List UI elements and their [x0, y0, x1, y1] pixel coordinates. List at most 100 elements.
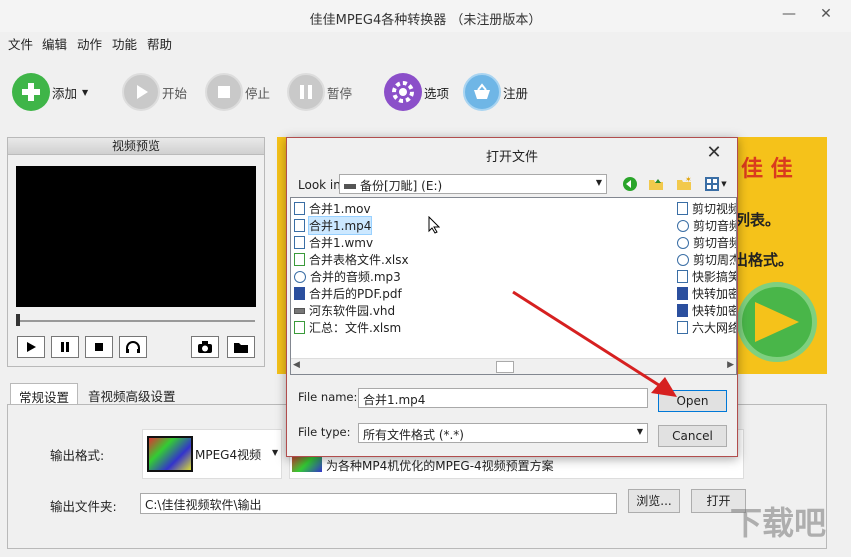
scroll-left-icon[interactable]: ◀: [293, 360, 300, 370]
window-title: 佳佳MPEG4各种转换器 （未注册版本）: [309, 13, 542, 28]
options-label: 选项: [424, 85, 450, 101]
chevron-down-icon: ▼: [721, 180, 727, 188]
dialog-close-button[interactable]: ✕: [704, 144, 724, 164]
gear-icon: [384, 73, 422, 111]
tab-av-advanced[interactable]: 音视频高级设置: [80, 383, 184, 405]
chevron-down-icon: ▼: [272, 448, 279, 457]
output-folder-input[interactable]: C:\佳佳视频软件\输出: [140, 493, 617, 514]
pause-icon: [287, 73, 325, 111]
menu-function[interactable]: 功能: [112, 34, 137, 53]
play-icon: [122, 73, 160, 111]
file-item[interactable]: 合并后的PDF.pdf: [294, 285, 402, 302]
spreadsheet-file-icon: [294, 321, 305, 334]
start-button[interactable]: 开始: [122, 72, 187, 112]
open-folder-button[interactable]: [227, 336, 255, 358]
stop-playback-button[interactable]: [85, 336, 113, 358]
new-folder-button[interactable]: ✶: [673, 174, 695, 194]
menu-help[interactable]: 帮助: [147, 34, 172, 53]
tab-general-settings[interactable]: 常规设置: [10, 383, 79, 405]
file-item[interactable]: 六大网络: [677, 319, 736, 336]
snapshot-button[interactable]: [191, 336, 219, 358]
file-type-value: 所有文件格式 (*.*): [363, 428, 464, 442]
audio-file-icon: [677, 219, 689, 232]
file-item[interactable]: 合并表格文件.xlsx: [294, 251, 409, 268]
menu-action[interactable]: 动作: [77, 34, 102, 53]
file-type-label: File type:: [298, 425, 351, 439]
file-item[interactable]: 快影搞笑: [677, 268, 736, 285]
folder-up-icon: [649, 179, 663, 190]
headphones-button[interactable]: [119, 336, 147, 358]
back-button[interactable]: [619, 174, 641, 194]
file-item-selected[interactable]: 合并1.mp4: [294, 216, 373, 235]
file-item[interactable]: 快转加密: [677, 302, 736, 319]
dialog-title: 打开文件: [485, 150, 538, 165]
stop-button[interactable]: 停止: [205, 72, 270, 112]
add-button[interactable]: 添加 ▼: [12, 72, 88, 112]
file-item[interactable]: 剪切音频: [677, 234, 736, 251]
cancel-button[interactable]: Cancel: [658, 425, 727, 447]
look-in-value: 备份[刀眦] (E:): [360, 179, 443, 193]
menu-edit[interactable]: 编辑: [42, 34, 67, 53]
format-thumbnail: [147, 436, 193, 472]
audio-file-icon: [294, 270, 306, 283]
browse-button[interactable]: 浏览...: [628, 489, 680, 513]
options-button[interactable]: 选项: [384, 72, 449, 112]
file-item[interactable]: 河东软件园.vhd: [294, 302, 395, 319]
banner-line-3: 出格式。: [735, 251, 794, 269]
banner-play-logo: [737, 282, 817, 362]
register-label: 注册: [503, 85, 529, 101]
output-format-label: 输出格式:: [50, 448, 105, 463]
start-label: 开始: [162, 85, 188, 101]
new-folder-icon: ✶: [677, 176, 692, 190]
file-item[interactable]: 剪切音频: [677, 217, 736, 234]
file-item[interactable]: 合并1.mov: [294, 200, 371, 217]
format-description: 为各种MP4机优化的MPEG-4视频预置方案: [326, 459, 554, 473]
plus-icon: [12, 73, 50, 111]
output-format-select[interactable]: MPEG4视频 ▼: [142, 429, 282, 479]
file-item[interactable]: 剪切周杰: [677, 251, 736, 268]
ad-banner: 佳 佳 列表。 出格式。: [735, 137, 827, 374]
scroll-right-icon[interactable]: ▶: [727, 360, 734, 370]
file-type-select[interactable]: 所有文件格式 (*.*) ▼: [358, 423, 648, 443]
disk-image-icon: [294, 307, 305, 314]
file-item[interactable]: 汇总：文件.xlsm: [294, 319, 401, 336]
view-details-icon: [705, 177, 720, 191]
camera-icon: [198, 341, 212, 353]
audio-file-icon: [677, 253, 689, 266]
minimize-button[interactable]: —: [778, 6, 800, 26]
playback-track[interactable]: [17, 320, 255, 322]
view-menu-button[interactable]: ▼: [701, 174, 731, 194]
audio-file-icon: [677, 236, 689, 249]
stop-icon: [95, 343, 103, 351]
add-label: 添加: [52, 85, 78, 101]
file-name-label: File name:: [298, 390, 358, 404]
chevron-down-icon[interactable]: ▼: [82, 88, 88, 97]
headphones-icon: [126, 341, 140, 353]
file-item[interactable]: 合并的音频.mp3: [294, 268, 401, 285]
menu-bar: 文件 编辑 动作 功能 帮助: [0, 32, 851, 52]
pause-label: 暂停: [327, 85, 353, 101]
video-file-icon: [294, 202, 305, 215]
pause-button[interactable]: 暂停: [287, 72, 352, 112]
chevron-down-icon: ▼: [595, 178, 602, 187]
close-button[interactable]: ✕: [815, 6, 837, 26]
playback-slider-knob[interactable]: [16, 314, 20, 326]
pause-playback-button[interactable]: [51, 336, 79, 358]
register-button[interactable]: 注册: [463, 72, 528, 112]
site-watermark: 下载吧: [730, 504, 827, 542]
look-in-combo[interactable]: 备份[刀眦] (E:) ▼: [339, 174, 607, 194]
back-arrow-icon: [623, 177, 637, 191]
video-preview-panel: 视频预览: [7, 137, 265, 367]
stop-icon: [205, 73, 243, 111]
video-file-icon: [294, 219, 305, 232]
play-icon: [27, 342, 36, 352]
up-folder-button[interactable]: [645, 174, 667, 194]
banner-title: 佳 佳: [741, 157, 793, 182]
file-item[interactable]: 快转加密: [677, 285, 736, 302]
file-item[interactable]: 合并1.wmv: [294, 234, 373, 251]
stop-label: 停止: [245, 85, 271, 101]
play-button[interactable]: [17, 336, 45, 358]
file-item[interactable]: 剪切视频: [677, 200, 736, 217]
menu-file[interactable]: 文件: [8, 34, 33, 53]
red-arrow-annotation: [512, 290, 677, 397]
